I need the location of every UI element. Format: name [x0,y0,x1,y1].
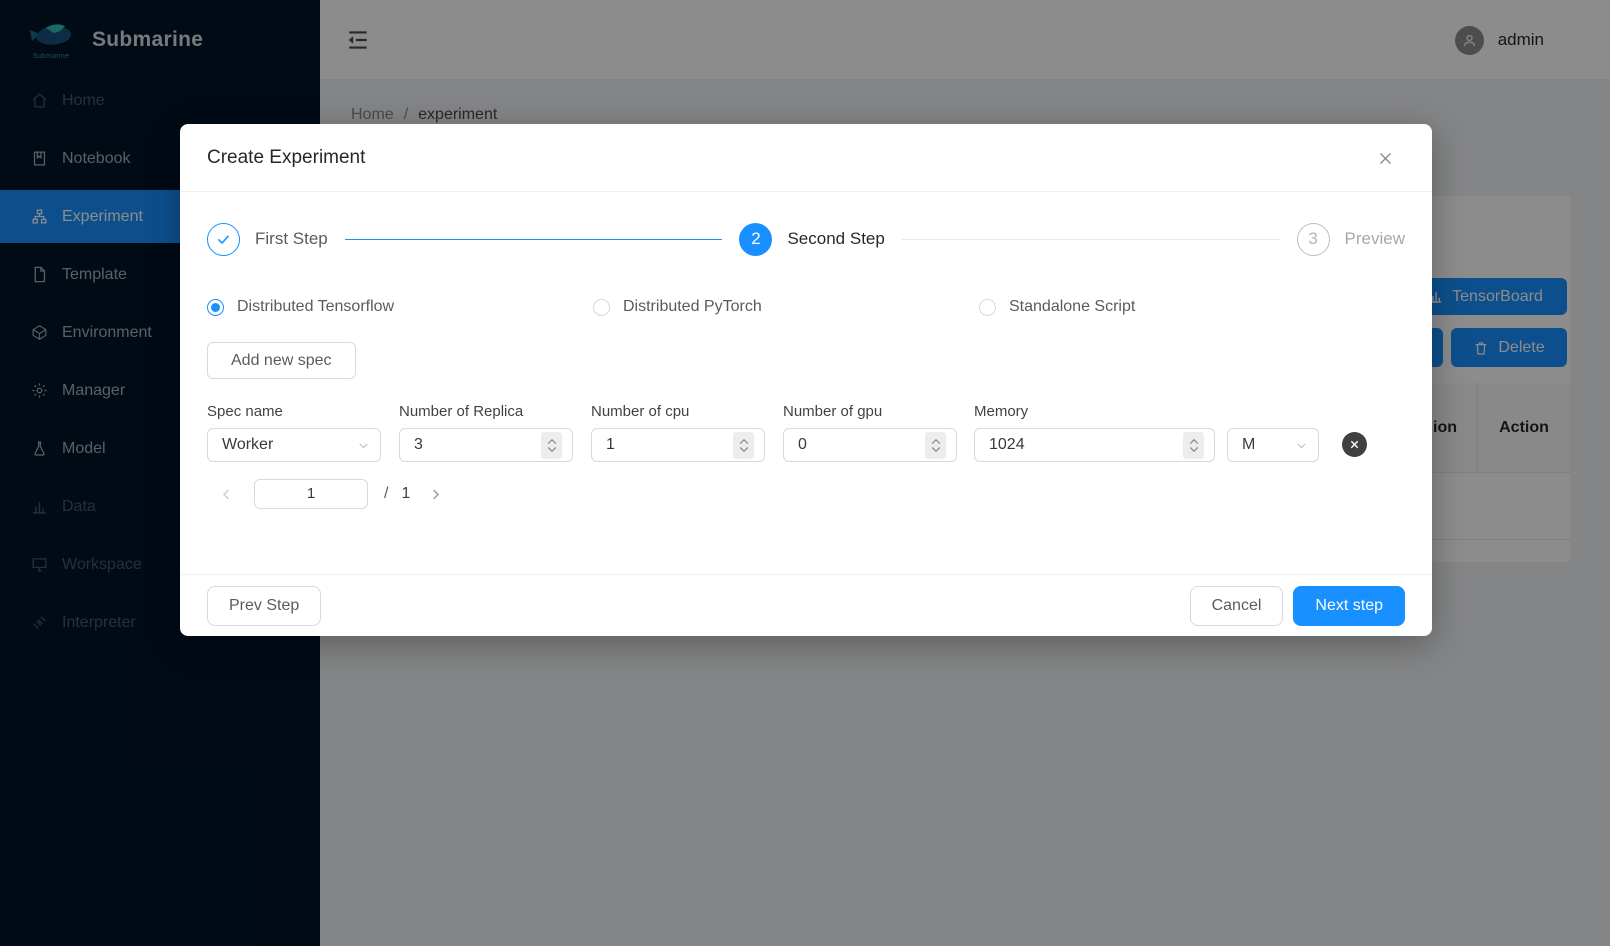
chevron-left-icon[interactable] [219,487,234,502]
chevron-down-icon [1295,439,1308,452]
cpu-group: Number of cpu 1 [591,403,765,462]
remove-spec-button[interactable] [1342,432,1367,457]
step-title: First Step [255,229,328,249]
next-step-button[interactable]: Next step [1293,586,1405,626]
modal-footer: Prev Step Cancel Next step [180,574,1432,636]
memory-label: Memory [974,403,1215,420]
radio-standalone-script[interactable]: Standalone Script [979,298,1365,316]
gpu-label: Number of gpu [783,403,957,420]
submarine-workbench: Submarine Submarine Home Notebook [0,0,1610,946]
step-title: Second Step [787,229,884,249]
framework-radio-group: Distributed Tensorflow Distributed PyTor… [207,298,1405,316]
replica-input[interactable]: 3 [399,428,573,462]
replica-group: Number of Replica 3 [399,403,573,462]
memory-unit-label [1227,403,1319,420]
step-preview: 3 Preview [1297,223,1405,256]
replica-value: 3 [414,436,423,454]
radio-icon [207,299,224,316]
page-total: 1 [401,485,410,503]
step-second: 2 Second Step [739,223,884,256]
number-stepper-icon[interactable] [1183,432,1204,459]
cpu-value: 1 [606,436,615,454]
step-title: Preview [1345,229,1405,249]
prev-step-button[interactable]: Prev Step [207,586,321,626]
step-connector-todo [902,239,1280,240]
memory-input[interactable]: 1024 [974,428,1215,462]
modal-title: Create Experiment [207,147,365,169]
step-number: 2 [739,223,772,256]
chevron-down-icon [357,439,370,452]
radio-label: Standalone Script [1009,298,1135,316]
gpu-group: Number of gpu 0 [783,403,957,462]
spec-name-select[interactable]: Worker [207,428,381,462]
memory-unit-select[interactable]: M [1227,428,1319,462]
cpu-label: Number of cpu [591,403,765,420]
modal-header: Create Experiment [180,124,1432,192]
gpu-input[interactable]: 0 [783,428,957,462]
close-icon [1349,439,1360,450]
step-number: 3 [1297,223,1330,256]
cpu-input[interactable]: 1 [591,428,765,462]
radio-distributed-pytorch[interactable]: Distributed PyTorch [593,298,979,316]
spec-name-label: Spec name [207,403,381,420]
modal-body: First Step 2 Second Step 3 Preview Distr… [180,192,1432,509]
check-icon [207,223,240,256]
spec-form-row: Spec name Worker Number of Replica 3 [207,403,1405,462]
radio-icon [593,299,610,316]
radio-icon [979,299,996,316]
radio-distributed-tensorflow[interactable]: Distributed Tensorflow [207,298,593,316]
number-stepper-icon[interactable] [925,432,946,459]
page-number-input[interactable]: 1 [254,479,368,509]
steps-bar: First Step 2 Second Step 3 Preview [207,222,1405,256]
replica-label: Number of Replica [399,403,573,420]
memory-unit-value: M [1242,436,1255,454]
spec-name-group: Spec name Worker [207,403,381,462]
page-separator: / [384,485,388,503]
memory-group: Memory 1024 [974,403,1215,462]
step-connector-done [345,239,723,240]
spec-pagination: 1 / 1 [207,479,1405,509]
spec-name-value: Worker [222,436,273,454]
chevron-right-icon[interactable] [428,487,443,502]
number-stepper-icon[interactable] [541,432,562,459]
create-experiment-modal: Create Experiment First Step 2 Second St… [180,124,1432,636]
number-stepper-icon[interactable] [733,432,754,459]
radio-label: Distributed Tensorflow [237,298,394,316]
add-new-spec-button[interactable]: Add new spec [207,342,356,379]
radio-label: Distributed PyTorch [623,298,762,316]
memory-value: 1024 [989,436,1025,454]
cancel-button[interactable]: Cancel [1190,586,1284,626]
close-icon[interactable] [1377,150,1394,167]
memory-unit-group: M [1227,403,1319,462]
step-first: First Step [207,223,328,256]
gpu-value: 0 [798,436,807,454]
